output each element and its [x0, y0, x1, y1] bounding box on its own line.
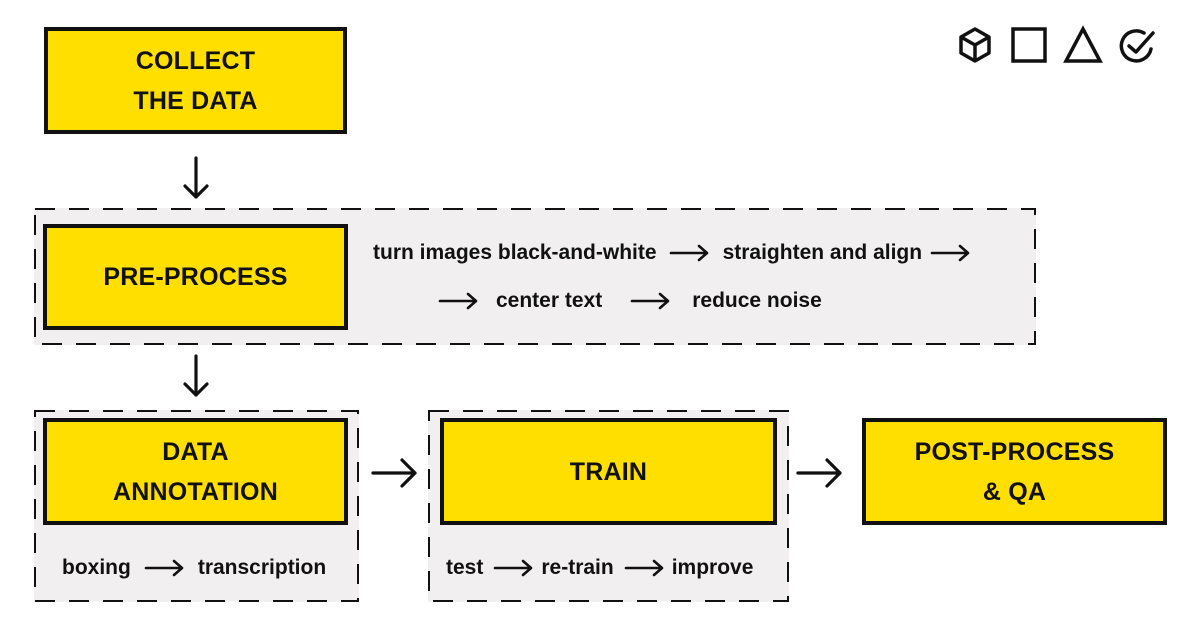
- substep-improve: improve: [671, 556, 754, 579]
- postprocess-label-line1: POST-PROCESS: [914, 437, 1115, 466]
- check-circle-icon: [1119, 29, 1155, 63]
- right-arrow-icon: [630, 291, 672, 311]
- train-substeps: test re-train improve: [446, 553, 753, 583]
- substep-test: test: [446, 556, 484, 579]
- collect-label-line1: COLLECT: [135, 46, 256, 75]
- substep-boxing: boxing: [62, 556, 131, 579]
- collect-data-box: COLLECT THE DATA: [44, 27, 347, 134]
- substep-center-text: center text: [496, 289, 603, 312]
- annotation-box: DATA ANNOTATION: [43, 418, 348, 525]
- square-icon: [1011, 27, 1047, 63]
- preprocess-box: PRE-PROCESS: [43, 224, 348, 330]
- collect-label-line2: THE DATA: [133, 86, 258, 115]
- cube-icon: [959, 27, 991, 63]
- preprocess-substeps-row1: turn images black-and-white straighten a…: [373, 238, 972, 268]
- substep-black-white: turn images black-and-white: [373, 241, 657, 264]
- substep-reduce-noise: reduce noise: [692, 289, 822, 312]
- right-arrow-icon: [438, 291, 480, 311]
- preprocess-substeps-row2: center text reduce noise: [438, 286, 822, 316]
- annotation-label-line1: DATA: [162, 437, 229, 466]
- triangle-icon: [1063, 25, 1103, 63]
- right-arrow-icon: [493, 558, 535, 578]
- substep-straighten: straighten and align: [722, 241, 923, 264]
- annotation-substeps: boxing transcription: [62, 553, 326, 583]
- substep-transcription: transcription: [197, 556, 327, 579]
- train-box: TRAIN: [440, 418, 777, 525]
- train-label: TRAIN: [569, 457, 648, 486]
- down-arrow-icon: [183, 354, 209, 397]
- right-arrow-icon: [930, 243, 972, 263]
- postprocess-label-line2: & QA: [982, 477, 1047, 506]
- icon-row: [955, 25, 1157, 65]
- annotation-label-line2: ANNOTATION: [113, 477, 278, 506]
- right-arrow-icon: [669, 243, 711, 263]
- down-arrow-icon: [183, 156, 209, 199]
- substep-retrain: re-train: [541, 556, 614, 579]
- right-arrow-icon: [144, 558, 186, 578]
- right-arrow-icon: [624, 558, 666, 578]
- right-arrow-icon: [371, 458, 417, 488]
- right-arrow-icon: [796, 458, 842, 488]
- postprocess-box: POST-PROCESS & QA: [862, 418, 1167, 525]
- preprocess-label: PRE-PROCESS: [103, 263, 288, 291]
